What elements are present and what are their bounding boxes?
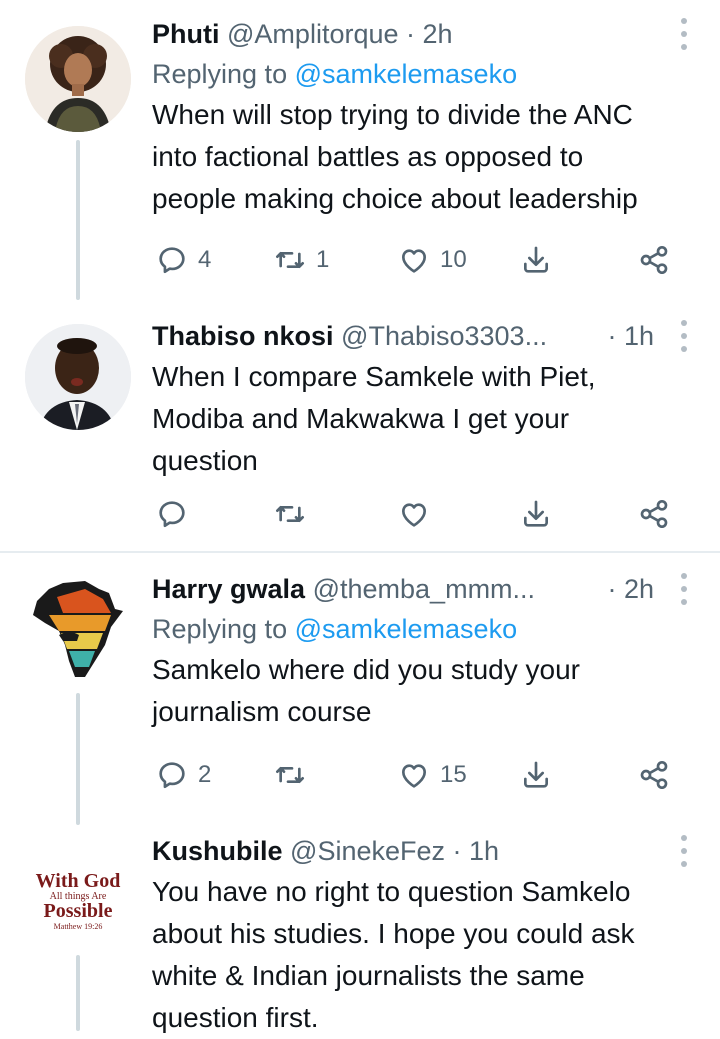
thread-line <box>76 693 80 825</box>
timestamp[interactable]: · 2h <box>406 19 453 49</box>
replying-to: Replying to @samkelemaseko <box>152 54 700 94</box>
like-button[interactable]: 15 <box>398 753 467 797</box>
like-count: 10 <box>440 246 467 273</box>
avatar[interactable] <box>25 324 131 430</box>
tweet-text: You have no right to question Samkelo ab… <box>152 871 700 1039</box>
replying-to-label: Replying to <box>152 59 295 89</box>
action-bar: 2 15 <box>152 753 682 797</box>
like-count: 15 <box>440 761 467 788</box>
tweet-text: When I compare Samkele with Piet, Modiba… <box>152 356 700 482</box>
share-button[interactable] <box>520 753 552 797</box>
author-name[interactable]: Thabiso nkosi <box>152 321 334 351</box>
timestamp[interactable]: · 1h <box>453 836 500 866</box>
share-icon <box>520 759 552 791</box>
avatar[interactable] <box>25 575 131 681</box>
reply-icon <box>156 759 188 791</box>
timestamp[interactable]: · 2h <box>607 569 654 609</box>
tweet-text-line: into factional battles as opposed to <box>152 141 584 172</box>
like-button[interactable]: 10 <box>398 238 467 282</box>
reply-icon <box>156 244 188 276</box>
tweet[interactable]: Thabiso nkosi @Thabiso3303... · 1h When … <box>0 300 720 552</box>
replying-to-label: Replying to <box>152 614 295 644</box>
replying-to-link[interactable]: @samkelemaseko <box>295 614 518 644</box>
share-button[interactable] <box>520 492 552 536</box>
reply-button[interactable] <box>156 492 198 536</box>
tweet-text-line: Modiba and Makwakwa I get your <box>152 403 570 434</box>
more-icon[interactable] <box>674 18 694 50</box>
tweet-text: Samkelo where did you study your journal… <box>152 649 700 733</box>
avatar[interactable] <box>25 26 131 132</box>
tweet-text-line: about his studies. I hope you could ask <box>152 918 635 949</box>
retweet-button[interactable] <box>274 753 316 797</box>
tweet-text-line: white & Indian journalists the same <box>152 960 585 991</box>
tweet-text-line: question first. <box>152 1002 319 1033</box>
tweet-text-line: Samkelo where did you study your <box>152 654 580 685</box>
more-icon[interactable] <box>674 320 694 352</box>
tweet[interactable]: Harry gwala @themba_mmm... · 2h Replying… <box>0 553 720 825</box>
like-icon <box>398 498 430 530</box>
thread-line <box>76 140 80 300</box>
action-bar <box>152 492 682 536</box>
author-name[interactable]: Kushubile <box>152 836 283 866</box>
avatar-logo-text: With God <box>36 870 121 892</box>
like-button[interactable] <box>398 492 440 536</box>
avatar-logo-text: Matthew 19:26 <box>54 922 103 931</box>
tweet-text-line: You have no right to question Samkelo <box>152 876 631 907</box>
like-icon <box>398 759 430 791</box>
retweet-button[interactable]: 1 <box>274 238 329 282</box>
share-via-button[interactable] <box>638 753 670 797</box>
reply-count: 2 <box>198 761 212 788</box>
tweet-text-line: people making choice about leadership <box>152 183 638 214</box>
replying-to-link[interactable]: @samkelemaseko <box>295 59 518 89</box>
tweet[interactable]: Phuti @Amplitorque · 2h Replying to @sam… <box>0 0 720 300</box>
tweet[interactable]: With God All things Are Possible Matthew… <box>0 825 720 1033</box>
author-handle[interactable]: @Thabiso3303... <box>341 321 547 351</box>
share-nodes-icon <box>638 759 670 791</box>
share-icon <box>520 244 552 276</box>
author-handle[interactable]: @themba_mmm... <box>313 574 535 604</box>
action-bar: 4 1 10 <box>152 238 682 282</box>
share-button[interactable] <box>520 238 552 282</box>
retweet-icon <box>274 498 306 530</box>
author-name[interactable]: Harry gwala <box>152 574 305 604</box>
avatar-logo-text: Possible <box>44 900 113 922</box>
tweet-text-line: question <box>152 445 258 476</box>
share-via-button[interactable] <box>638 238 670 282</box>
retweet-icon <box>274 244 306 276</box>
reply-count: 4 <box>198 246 212 273</box>
reply-button[interactable]: 2 <box>156 753 211 797</box>
reply-icon <box>156 498 188 530</box>
tweet-text-line: journalism course <box>152 696 372 727</box>
tweet-text-line: When will stop trying to divide the ANC <box>152 99 633 130</box>
like-icon <box>398 244 430 276</box>
retweet-button[interactable] <box>274 492 316 536</box>
author-name[interactable]: Phuti <box>152 19 220 49</box>
avatar[interactable]: With God All things Are Possible Matthew… <box>25 849 131 955</box>
retweet-count: 1 <box>316 246 330 273</box>
replying-to: Replying to @samkelemaseko <box>152 609 700 649</box>
timestamp[interactable]: · 1h <box>607 316 654 356</box>
tweet-text: When will stop trying to divide the ANC … <box>152 94 700 220</box>
share-icon <box>520 498 552 530</box>
author-handle[interactable]: @Amplitorque <box>227 19 398 49</box>
tweet-text-line: When I compare Samkele with Piet, <box>152 361 596 392</box>
reply-button[interactable]: 4 <box>156 238 211 282</box>
thread-line <box>76 955 80 1031</box>
more-icon[interactable] <box>674 835 694 867</box>
retweet-icon <box>274 759 306 791</box>
more-icon[interactable] <box>674 573 694 605</box>
share-nodes-icon <box>638 244 670 276</box>
share-via-button[interactable] <box>638 492 670 536</box>
share-nodes-icon <box>638 498 670 530</box>
author-handle[interactable]: @SinekeFez <box>290 836 445 866</box>
